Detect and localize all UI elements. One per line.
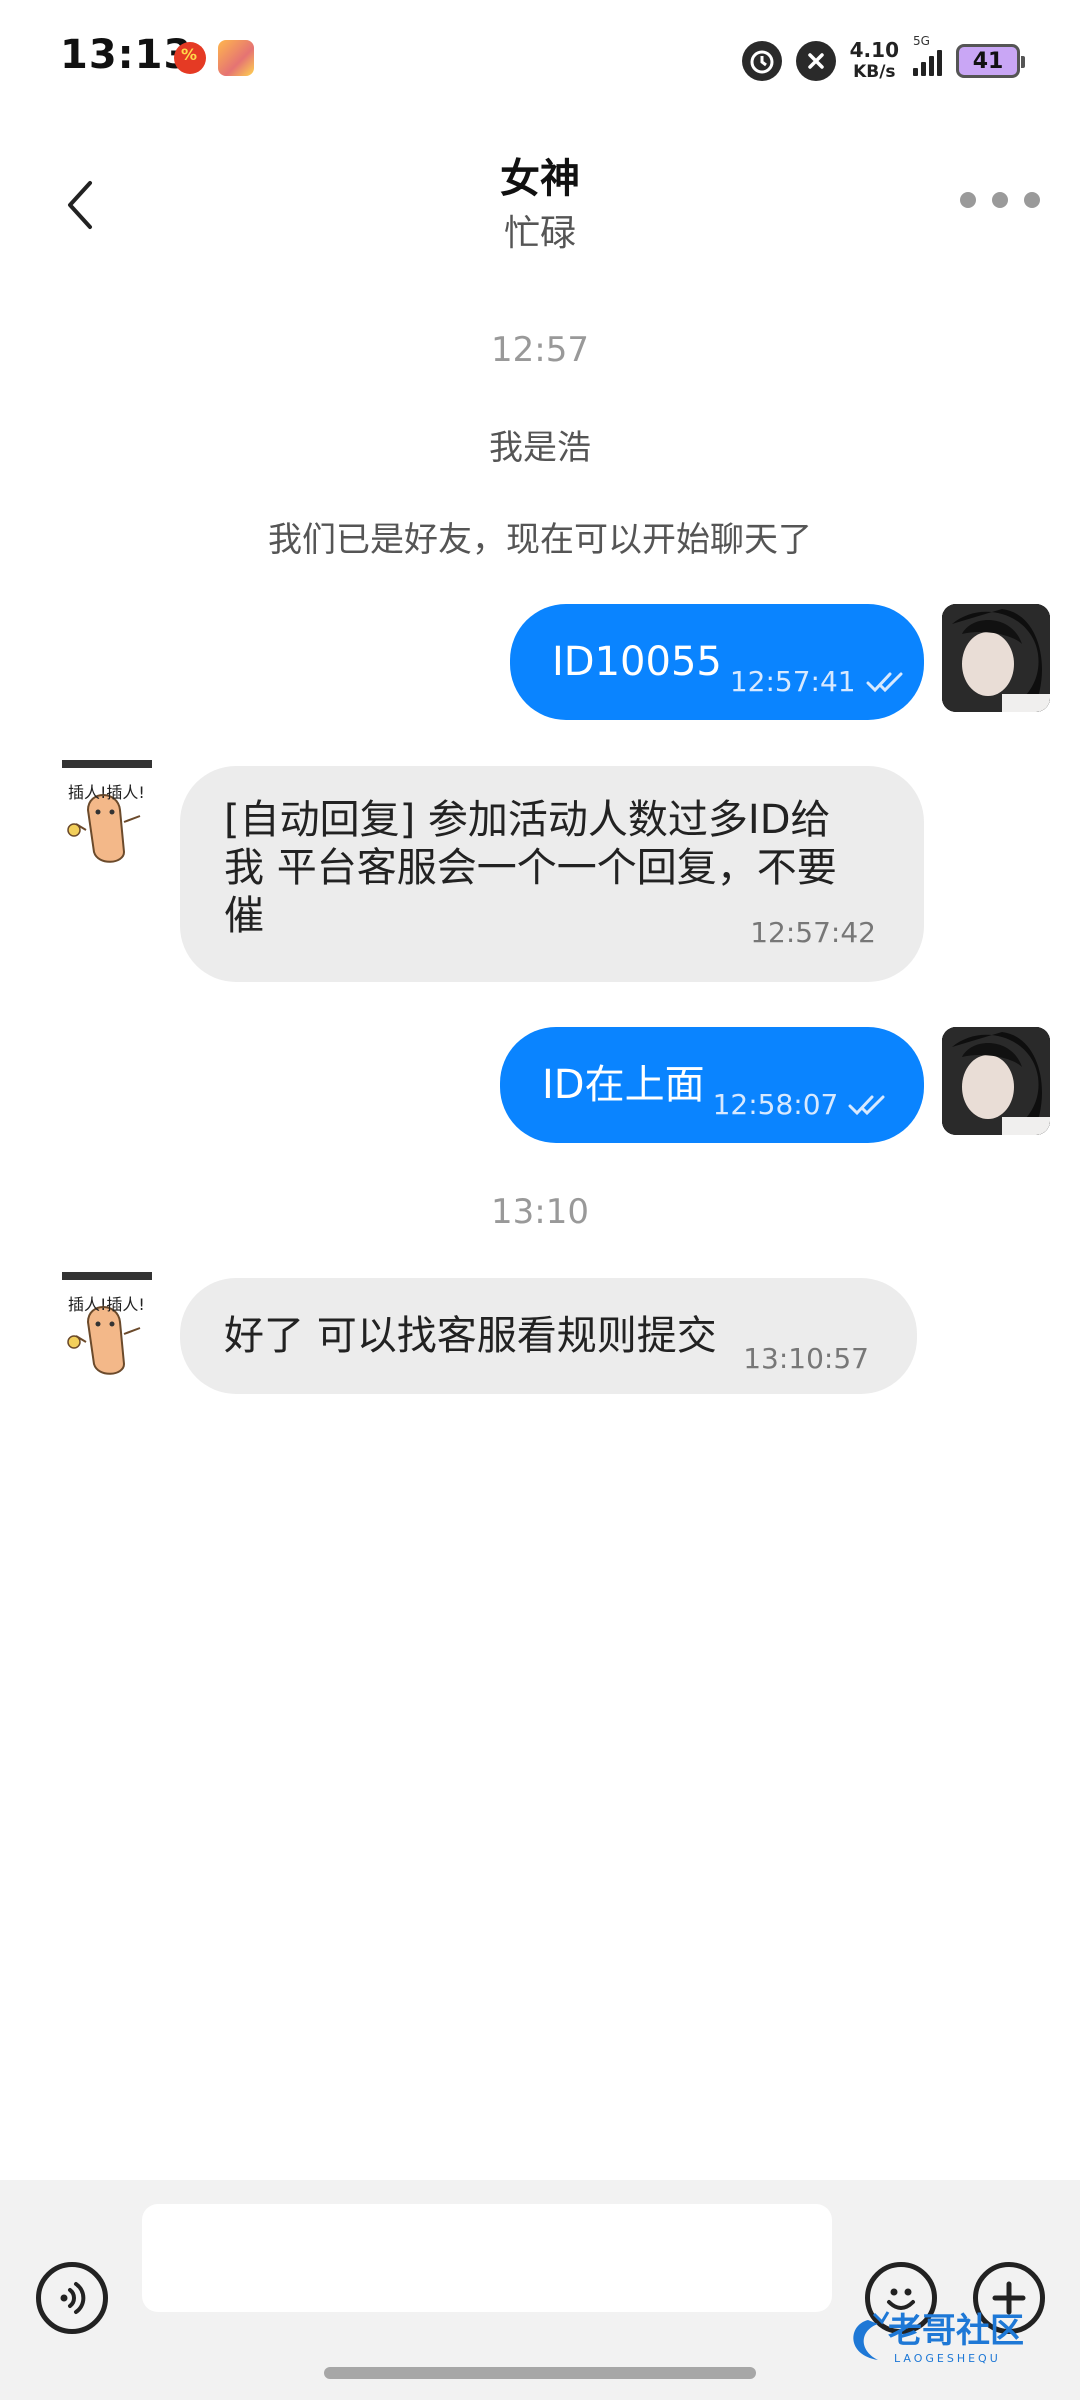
message-bubble-outgoing[interactable]: ID在上面 12:58:07 xyxy=(500,1027,924,1143)
message-meta: 12:57:41 xyxy=(730,665,904,698)
message-text: ID在上面 xyxy=(542,1062,705,1108)
mute-icon xyxy=(795,41,836,81)
message-text: ID10055 xyxy=(552,639,722,685)
read-check-icon xyxy=(866,671,904,693)
message-time: 12:58:07 xyxy=(712,1088,839,1121)
avatar-peer[interactable]: 插人!插人! xyxy=(58,760,168,880)
network-speed-value: 4.10 xyxy=(849,38,899,62)
message-text-line: 催 xyxy=(224,893,264,939)
game-app-icon xyxy=(218,40,254,76)
status-indicators: 4.10 KB/s 5G 41 xyxy=(741,34,1025,88)
avatar-self[interactable] xyxy=(942,1027,1050,1135)
message-meta: 12:58:07 xyxy=(713,1088,887,1121)
contact-status: 忙碌 xyxy=(503,213,576,254)
system-message: 我是浩 xyxy=(489,428,591,468)
network-speed: 4.10 KB/s xyxy=(850,39,899,83)
avatar-peer[interactable]: 插人!插人! xyxy=(58,1272,168,1392)
watermark-subtext: LAOGESHEQU xyxy=(894,2352,1001,2365)
battery-level: 41 xyxy=(972,48,1004,74)
status-bar: 13:13 4.10 KB/s 5G 41 xyxy=(0,0,1080,120)
read-check-icon xyxy=(848,1094,886,1116)
svg-text:插人!插人!: 插人!插人! xyxy=(68,1295,145,1314)
contact-name: 女神 xyxy=(500,156,580,202)
message-bubble-incoming[interactable]: [自动回复] 参加活动人数过多ID给 我 平台客服会一个一个回复，不要 催 12… xyxy=(180,766,924,982)
message-time: 12:57:42 xyxy=(750,916,876,949)
message-time: 12:57:41 xyxy=(729,665,856,698)
status-time: 13:13 xyxy=(60,32,193,78)
network-speed-unit: KB/s xyxy=(853,62,896,82)
alarm-icon xyxy=(741,41,782,81)
more-dot-icon xyxy=(960,192,976,208)
voice-input-button[interactable] xyxy=(36,2262,108,2334)
more-dot-icon xyxy=(992,192,1008,208)
message-text-line: 我 平台客服会一个一个回复，不要 xyxy=(224,845,837,891)
avatar-self[interactable] xyxy=(942,604,1050,712)
svg-text:插人!插人!: 插人!插人! xyxy=(68,783,145,802)
more-options-button[interactable] xyxy=(960,180,1040,220)
timestamp-divider: 13:10 xyxy=(491,1192,589,1232)
message-text: 好了 可以找客服看规则提交 xyxy=(224,1313,717,1359)
more-dot-icon xyxy=(1024,192,1040,208)
home-indicator[interactable] xyxy=(324,2367,756,2379)
message-bubble-outgoing[interactable]: ID10055 12:57:41 xyxy=(510,604,924,720)
signal-icon: 5G xyxy=(913,34,942,76)
watermark-text: 老哥社区 xyxy=(888,2311,1024,2351)
network-type: 5G xyxy=(913,34,930,48)
watermark-logo: 老哥社区 LAOGESHEQU xyxy=(838,2300,1068,2370)
system-message: 我们已是好友，现在可以开始聊天了 xyxy=(268,520,812,560)
message-input[interactable] xyxy=(142,2204,832,2312)
message-text-line: [自动回复] 参加活动人数过多ID给 xyxy=(224,797,831,843)
voice-icon xyxy=(60,2282,86,2314)
notification-red-icon xyxy=(174,42,206,74)
battery-icon: 41 xyxy=(956,44,1025,78)
message-bubble-incoming[interactable]: 好了 可以找客服看规则提交 13:10:57 xyxy=(180,1278,917,1394)
message-time: 13:10:57 xyxy=(743,1342,869,1375)
chat-area[interactable]: 12:57 我是浩 我们已是好友，现在可以开始聊天了 ID10055 12:57… xyxy=(0,290,1080,2170)
chat-header: 女神 忙碌 xyxy=(0,130,1080,270)
timestamp-divider: 12:57 xyxy=(491,330,589,370)
